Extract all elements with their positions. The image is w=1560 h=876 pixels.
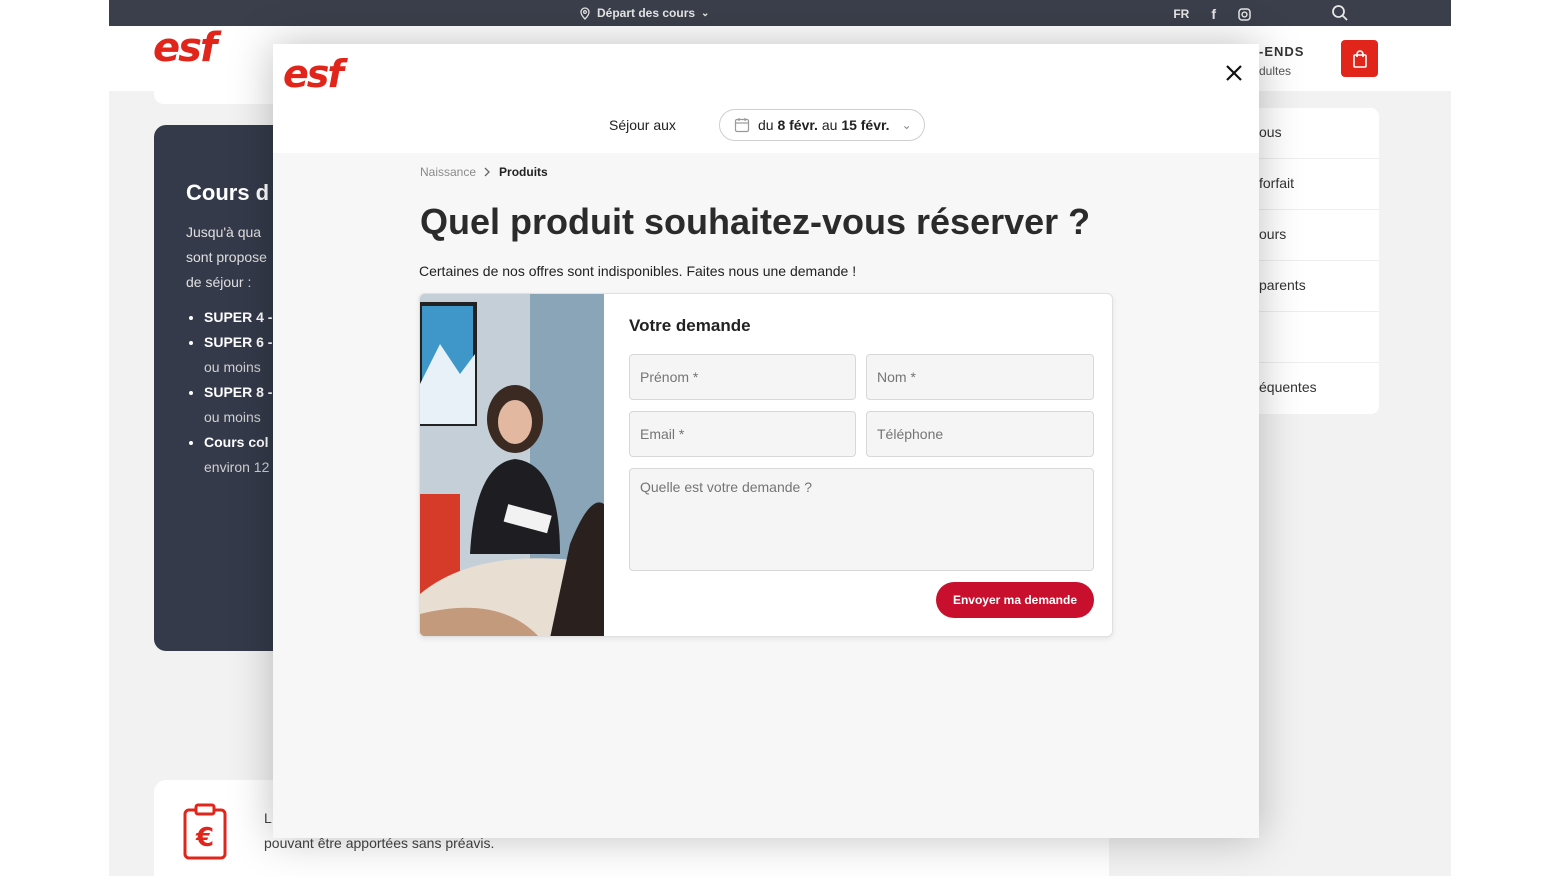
site-logo[interactable]: esf <box>153 28 217 68</box>
nav-item-partial-sub: dultes <box>1259 64 1292 78</box>
office-photo <box>420 294 604 636</box>
phone-field[interactable] <box>866 411 1094 457</box>
sejour-label: Séjour aux <box>609 117 676 133</box>
shopping-bag-icon <box>1352 49 1367 68</box>
location-pin-icon <box>580 6 590 20</box>
cart-button[interactable] <box>1341 40 1378 77</box>
facebook-icon[interactable]: f <box>1211 6 1216 22</box>
nav-item-partial[interactable]: -ENDS <box>1259 44 1304 59</box>
page-subtitle: Certaines de nos offres sont indisponibl… <box>419 263 857 279</box>
chevron-right-icon <box>484 167 490 177</box>
firstname-field[interactable] <box>629 354 856 400</box>
chevron-down-icon: ⌄ <box>901 118 912 132</box>
date-range-selector[interactable]: du 8 févr. au 15 févr. ⌄ <box>719 109 925 141</box>
office-photo-illustration <box>420 294 604 636</box>
email-field[interactable] <box>629 411 856 457</box>
modal-header: esf Séjour aux du 8 févr. au 15 févr. ⌄ <box>273 44 1259 153</box>
form-title: Votre demande <box>629 316 751 335</box>
breadcrumb-item-produits: Produits <box>499 165 548 179</box>
instagram-icon[interactable] <box>1238 7 1251 21</box>
calendar-icon <box>734 118 750 133</box>
pricing-note-text-start: L <box>264 810 272 826</box>
date-range-text: du 8 févr. au 15 févr. <box>758 117 890 133</box>
chevron-down-icon: ⌄ <box>701 7 710 19</box>
product-modal: esf Séjour aux du 8 févr. au 15 févr. ⌄ … <box>273 44 1259 838</box>
location-label: Départ des cours <box>597 6 696 20</box>
submit-request-button[interactable]: Envoyer ma demande <box>936 582 1094 618</box>
modal-logo: esf <box>283 52 344 96</box>
message-field[interactable] <box>629 468 1094 571</box>
page-title: Quel produit souhaitez-vous réserver ? <box>420 201 1091 242</box>
breadcrumb-item-naissance[interactable]: Naissance <box>420 165 476 179</box>
clipboard-euro-icon: € <box>183 803 227 860</box>
close-icon[interactable] <box>1223 62 1245 84</box>
request-form-card: Votre demande Envoyer ma demande <box>419 293 1113 637</box>
language-selector[interactable]: FR <box>1173 7 1189 21</box>
location-selector[interactable]: Départ des cours ⌄ <box>579 6 709 20</box>
svg-text:€: € <box>195 823 214 853</box>
search-icon[interactable] <box>1331 4 1349 22</box>
lastname-field[interactable] <box>866 354 1094 400</box>
breadcrumb: Naissance Produits <box>420 165 548 179</box>
top-bar: Départ des cours ⌄ FR f <box>109 0 1451 26</box>
